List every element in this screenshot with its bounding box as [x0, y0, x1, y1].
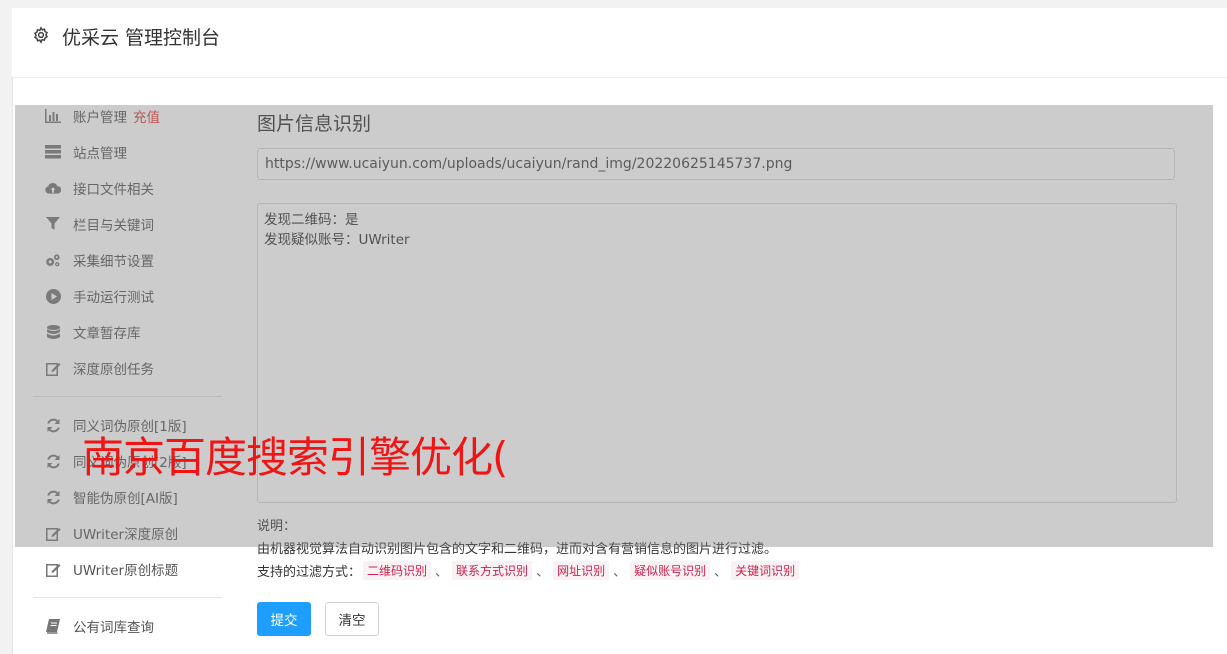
gear-icon	[32, 26, 52, 46]
sidebar-item-label: 公有词库查询	[73, 620, 154, 636]
sidebar-item-uwriter-deep[interactable]: UWriter深度原创	[33, 515, 223, 551]
sidebar-item-label: UWriter深度原创	[73, 527, 179, 543]
sidebar-item-columns-keywords[interactable]: 栏目与关键词	[33, 206, 223, 242]
filter-tag: 关键词识别	[731, 560, 800, 580]
edit-icon	[45, 525, 61, 541]
sidebar-item-label: 手动运行测试	[73, 290, 154, 306]
sidebar-item-label: UWriter原创标题	[73, 563, 179, 579]
clear-button[interactable]: 清空	[325, 602, 379, 636]
sidebar-item-sites[interactable]: 站点管理	[33, 134, 223, 170]
sidebar-item-label: 智能伪原创[AI版]	[73, 491, 178, 507]
section-title: 图片信息识别	[257, 113, 372, 135]
result-line: 发现二维码：是	[264, 212, 359, 228]
sidebar-item-label: 栏目与关键词	[73, 218, 154, 234]
sidebar-item-label: 文章暂存库	[73, 326, 141, 342]
sidebar-item-article-storage[interactable]: 文章暂存库	[33, 314, 223, 350]
page-title: 优采云 管理控制台	[62, 27, 221, 49]
sidebar-item-deep-original[interactable]: 深度原创任务	[33, 350, 223, 386]
sidebar-item-label: 接口文件相关	[73, 182, 154, 198]
filter-methods: 支持的过滤方式： 二维码识别 、 联系方式识别 、 网址识别 、 疑似账号识别 …	[257, 559, 801, 581]
sidebar-item-uwriter-title[interactable]: UWriter原创标题	[33, 551, 223, 587]
sidebar-item-public-lexicon[interactable]: 公有词库查询	[33, 608, 223, 644]
filter-label: 支持的过滤方式：	[257, 564, 362, 580]
header: 优采云 管理控制台	[12, 8, 1227, 78]
filter-tag: 网址识别	[553, 560, 610, 580]
filter-tag: 联系方式识别	[452, 560, 533, 580]
bar-chart-icon	[45, 108, 61, 124]
cloud-upload-icon	[45, 180, 61, 196]
refresh-icon	[45, 489, 61, 505]
book-icon	[45, 618, 61, 634]
result-line: 发现疑似账号：UWriter	[264, 232, 410, 248]
filter-separator: 、	[536, 564, 550, 580]
recharge-link[interactable]: 充值	[133, 106, 160, 126]
sidebar-divider	[33, 597, 222, 598]
database-icon	[45, 324, 61, 340]
filter-icon	[45, 216, 61, 232]
submit-button[interactable]: 提交	[257, 602, 311, 636]
filter-separator: 、	[435, 564, 449, 580]
sidebar-item-api-files[interactable]: 接口文件相关	[33, 170, 223, 206]
sidebar-item-account[interactable]: 账户管理 充值	[33, 98, 223, 134]
note-text: 由机器视觉算法自动识别图片包含的文字和二维码，进而对含有营销信息的图片进行过滤。	[257, 542, 778, 557]
sidebar-item-label: 站点管理	[73, 146, 127, 162]
sidebar-item-label: 采集细节设置	[73, 254, 154, 270]
filter-separator: 、	[613, 564, 627, 580]
gears-icon	[45, 252, 61, 268]
edit-icon	[45, 360, 61, 376]
filter-tag: 疑似账号识别	[630, 560, 711, 580]
sidebar-item-label: 深度原创任务	[73, 362, 154, 378]
image-url-input[interactable]	[257, 148, 1175, 180]
play-circle-icon	[45, 288, 61, 304]
note-label: 说明：	[257, 519, 297, 534]
refresh-icon	[45, 453, 61, 469]
sidebar-item-manual-run[interactable]: 手动运行测试	[33, 278, 223, 314]
sidebar-item-collect-settings[interactable]: 采集细节设置	[33, 242, 223, 278]
watermark-text: 南京百度搜索引擎优化(	[82, 433, 508, 482]
filter-tag: 二维码识别	[363, 560, 432, 580]
server-icon	[45, 144, 61, 160]
refresh-icon	[45, 417, 61, 433]
edit-icon	[45, 561, 61, 577]
sidebar-item-label: 账户管理	[73, 110, 127, 126]
filter-separator: 、	[714, 564, 728, 580]
sidebar-divider	[33, 396, 222, 397]
